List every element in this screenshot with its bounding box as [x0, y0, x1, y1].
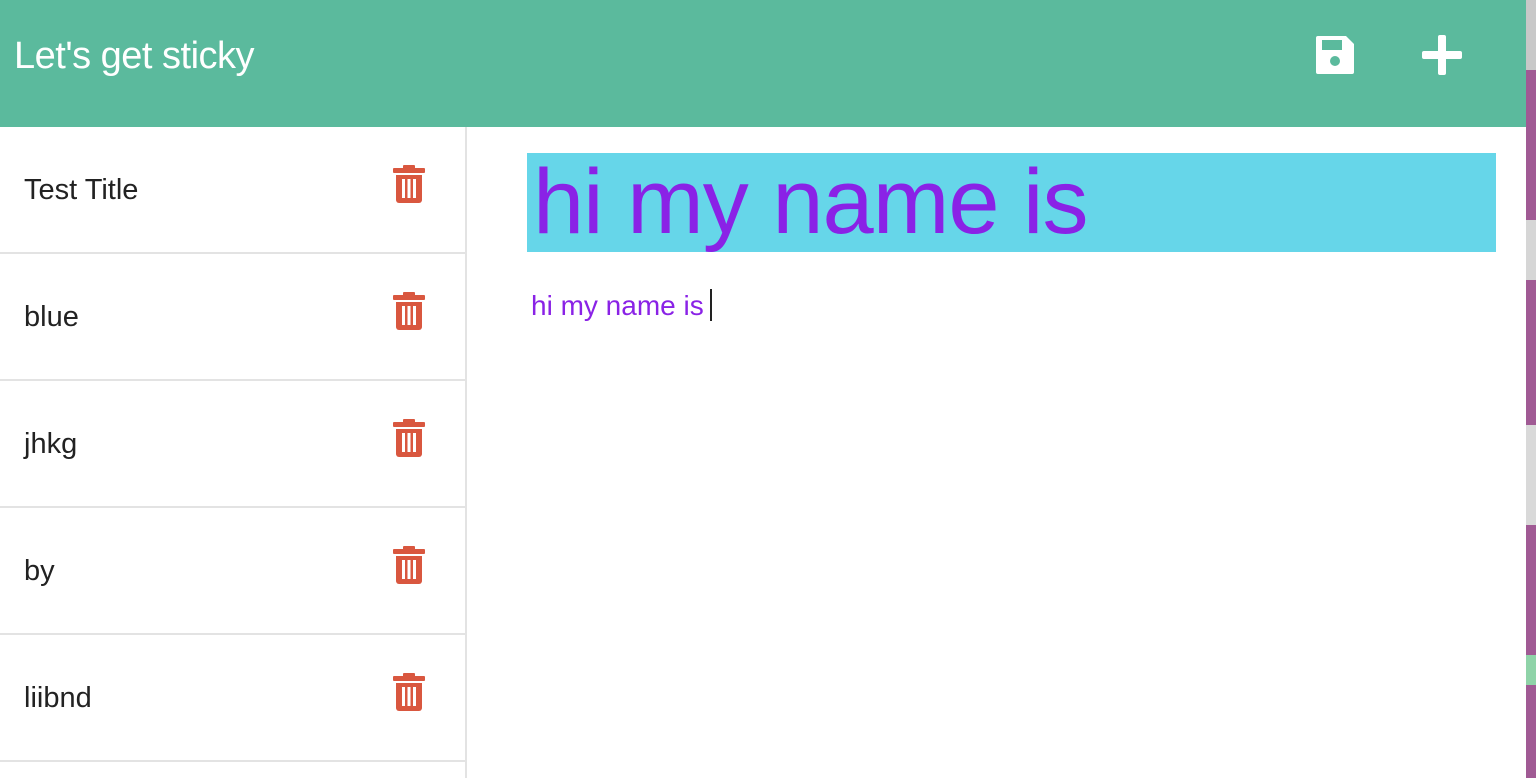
delete-note-button[interactable] — [393, 292, 425, 330]
note-title: Test Title — [24, 174, 139, 206]
note-title: blue — [24, 301, 79, 333]
add-note-button[interactable] — [1419, 32, 1465, 78]
trash-icon — [393, 673, 425, 711]
note-title: jhkg — [24, 428, 78, 460]
save-button[interactable] — [1312, 32, 1358, 78]
note-title: by — [24, 555, 55, 587]
list-item[interactable]: jhkg — [0, 381, 465, 508]
list-item[interactable]: Test Title — [0, 127, 465, 254]
sticky-notes-app: Let's get sticky Test Title blue jhkg by… — [0, 0, 1526, 778]
list-item[interactable]: by — [0, 508, 465, 635]
note-body-textarea[interactable]: hi my name is — [531, 289, 712, 323]
notes-list: Test Title blue jhkg by liibnd — [0, 127, 467, 778]
background-window-edge — [1526, 0, 1536, 778]
note-title: liibnd — [24, 682, 92, 714]
delete-note-button[interactable] — [393, 165, 425, 203]
note-body-text: hi my name is — [531, 290, 704, 321]
app-title: Let's get sticky — [14, 35, 255, 77]
note-title-input[interactable]: hi my name is — [527, 153, 1496, 252]
floppy-disk-icon — [1316, 36, 1354, 74]
trash-icon — [393, 546, 425, 584]
app-header: Let's get sticky — [0, 0, 1526, 127]
trash-icon — [393, 419, 425, 457]
delete-note-button[interactable] — [393, 419, 425, 457]
plus-icon — [1422, 35, 1462, 75]
note-editor: hi my name is hi my name is — [467, 127, 1526, 778]
trash-icon — [393, 165, 425, 203]
delete-note-button[interactable] — [393, 673, 425, 711]
trash-icon — [393, 292, 425, 330]
list-item[interactable]: liibnd — [0, 635, 465, 762]
text-cursor — [709, 289, 712, 321]
delete-note-button[interactable] — [393, 546, 425, 584]
list-item[interactable]: blue — [0, 254, 465, 381]
